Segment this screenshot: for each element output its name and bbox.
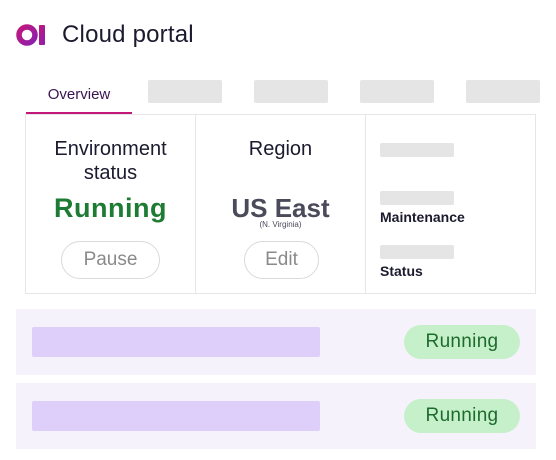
details-placeholder-2 xyxy=(380,191,454,205)
region-heading: Region xyxy=(248,138,313,160)
status-badge: Running xyxy=(404,399,520,433)
app-title: Cloud portal xyxy=(62,21,194,48)
region-panel: Region US East (N. Virginia) Edit xyxy=(196,115,366,293)
pause-button[interactable]: Pause xyxy=(61,241,160,279)
environment-status-value: Running xyxy=(54,193,167,223)
environment-status-panel: Environment status Running Pause xyxy=(26,115,196,293)
list-item[interactable]: Running xyxy=(16,309,536,375)
app-header: Cloud portal xyxy=(16,20,194,50)
tab-placeholder-2[interactable] xyxy=(254,80,328,103)
region-subvalue: (N. Virginia) xyxy=(259,220,302,229)
status-label: Status xyxy=(380,263,423,279)
cloud-portal-page: Cloud portal Overview Environment status… xyxy=(0,0,556,460)
edit-region-button[interactable]: Edit xyxy=(244,241,319,279)
status-badge: Running xyxy=(404,325,520,359)
tab-placeholder-4[interactable] xyxy=(466,80,540,103)
tab-overview[interactable]: Overview xyxy=(26,76,132,114)
tab-placeholder-3[interactable] xyxy=(360,80,434,103)
details-panel: Maintenance Status xyxy=(366,115,535,293)
maintenance-label: Maintenance xyxy=(380,209,465,225)
list-item[interactable]: Running xyxy=(16,383,536,449)
environment-heading-line2: status xyxy=(83,162,138,184)
environment-summary-card: Environment status Running Pause Region … xyxy=(25,114,536,294)
details-placeholder-1 xyxy=(380,143,454,157)
row-name-placeholder xyxy=(32,401,320,431)
details-placeholder-3 xyxy=(380,245,454,259)
environment-heading-line1: Environment xyxy=(54,138,167,160)
tab-bar: Overview xyxy=(26,76,556,114)
tab-placeholder-1[interactable] xyxy=(148,80,222,103)
cloud-portal-logo-icon xyxy=(16,22,48,48)
row-name-placeholder xyxy=(32,327,320,357)
